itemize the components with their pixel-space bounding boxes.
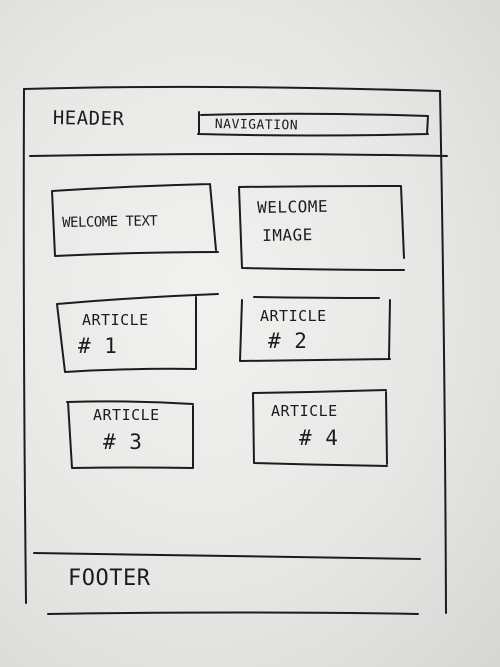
header-label: HEADER [52,107,125,131]
article-2-title: ARTICLE [260,307,327,325]
article-2-number: # 2 [268,329,308,353]
welcome-image-label-line2: IMAGE [262,225,313,245]
page-frame-right [439,90,447,614]
article-4-number: # 4 [299,426,339,450]
welcome-text-label: WELCOME TEXT [62,213,158,231]
page-frame-left [22,88,27,604]
navigation-label: NAVIGATION [214,117,299,134]
header-divider [29,153,448,157]
page-frame-top [23,85,441,92]
footer-label: FOOTER [68,566,151,591]
article-1-title: ARTICLE [82,311,149,329]
article-1-box [56,293,219,373]
article-1-number: # 1 [78,334,118,358]
article-3-number: # 3 [103,430,143,454]
wireframe-sketch: HEADER NAVIGATION WELCOME TEXT WELCOME I… [0,0,500,667]
welcome-image-label-line1: WELCOME [257,196,329,217]
article-4-title: ARTICLE [271,402,338,420]
footer-bottom-line [47,611,419,615]
footer-divider [33,552,421,560]
article-3-title: ARTICLE [93,406,160,424]
